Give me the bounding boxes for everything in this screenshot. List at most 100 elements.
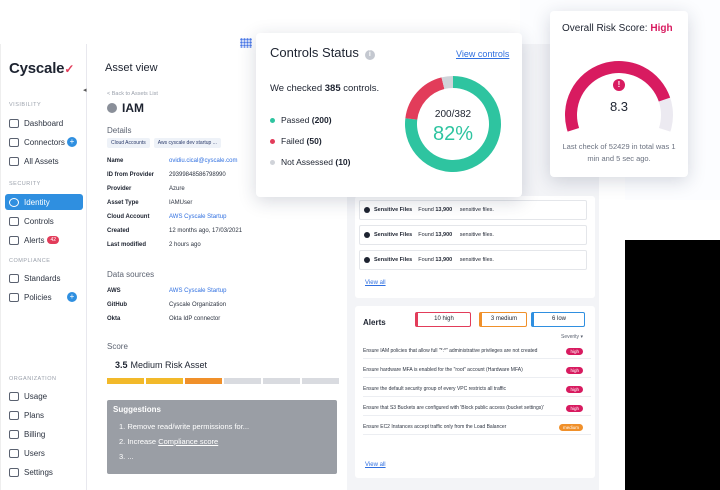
- sensitive-file-row[interactable]: Sensitive Files Found 13,900 sensitive fi…: [359, 225, 587, 245]
- view-controls-link[interactable]: View controls: [456, 49, 509, 59]
- detail-key: Provider: [107, 186, 132, 192]
- dashboard-icon: [9, 118, 19, 128]
- section-title: COMPLIANCE: [9, 258, 51, 264]
- detail-row: Last modified 2 hours ago: [107, 242, 201, 248]
- logo[interactable]: Cyscale✓: [9, 60, 74, 77]
- sidebar-item-billing[interactable]: Billing: [5, 426, 83, 442]
- sensitive-file-row[interactable]: Sensitive Files Found 13,900 sensitive fi…: [359, 200, 587, 220]
- sidebar-item-settings[interactable]: Settings: [5, 464, 83, 480]
- alert-text: Ensure hardware MFA is enabled for the "…: [363, 367, 523, 373]
- sidebar-item-identity[interactable]: Identity: [5, 194, 83, 210]
- standards-icon: [9, 273, 19, 283]
- identity-icon: [9, 197, 19, 207]
- detail-key: Cloud Account: [107, 214, 150, 220]
- controls-donut-chart: 200/382 82%: [405, 76, 501, 172]
- sensitive-file-row[interactable]: Sensitive Files Found 13,900 sensitive fi…: [359, 250, 587, 270]
- alert-row[interactable]: Ensure hardware MFA is enabled for the "…: [363, 363, 591, 378]
- compliance-score-link[interactable]: Compliance score: [158, 437, 218, 446]
- donut-ratio-label: 200/382: [435, 109, 472, 120]
- alert-text: Ensure EC2 Instances accept traffic only…: [363, 424, 507, 430]
- alerts-view-all-link[interactable]: View all: [365, 462, 386, 468]
- detail-value[interactable]: ovidiu.cical@cyscale.com: [169, 158, 237, 164]
- sidebar-item-dashboard[interactable]: Dashboard: [5, 115, 83, 131]
- back-link[interactable]: < Back to Assets List: [107, 91, 158, 97]
- detail-key: Last modified: [107, 242, 147, 248]
- user-icon: [107, 103, 117, 113]
- suggestion-item: 2. Increase Compliance score: [119, 437, 219, 446]
- sidebar-item-standards[interactable]: Standards: [5, 270, 83, 286]
- chip-cloud-accounts[interactable]: Cloud Accounts: [107, 138, 150, 148]
- overall-risk-card: Overall Risk Score: High ! 8.3 Last chec…: [550, 11, 688, 177]
- alert-row[interactable]: Ensure the default security group of eve…: [363, 382, 591, 397]
- detail-value: Azure: [169, 186, 185, 192]
- section-title: VISIBILITY: [9, 102, 42, 108]
- detail-key: Asset Type: [107, 200, 139, 206]
- severity-sort-header[interactable]: Severity ▾: [561, 334, 583, 340]
- suggestions-panel: Suggestions 1. Remove read/write permiss…: [107, 400, 337, 474]
- files-view-all-link[interactable]: View all: [365, 280, 386, 286]
- chip-aws-account[interactable]: Aws cyscale dev startup ...: [153, 138, 221, 148]
- data-source-key: AWS: [107, 288, 121, 294]
- sidebar-item-plans[interactable]: Plans: [5, 407, 83, 423]
- file-row-label: Sensitive Files: [374, 257, 413, 263]
- score-bar: [107, 378, 339, 384]
- alert-row[interactable]: Ensure EC2 Instances accept traffic only…: [363, 420, 591, 435]
- page-title: Asset view: [105, 62, 158, 74]
- risk-title: Overall Risk Score: High: [562, 23, 673, 34]
- connectors-icon: [9, 137, 19, 147]
- controls-icon: [9, 216, 19, 226]
- add-policy-button[interactable]: +: [67, 292, 77, 302]
- severity-filter-2[interactable]: 6 low: [531, 312, 585, 327]
- add-connector-button[interactable]: +: [67, 137, 77, 147]
- details-heading: Details: [107, 126, 132, 135]
- detail-value[interactable]: AWS Cyscale Startup: [169, 214, 226, 220]
- detail-value: IAMUser: [169, 200, 193, 206]
- legend-item: Not Assessed (10): [270, 157, 350, 167]
- alerts-count-badge: 42: [47, 236, 60, 244]
- severity-filter-0[interactable]: 10 high: [415, 312, 471, 327]
- alerts-title: Alerts: [363, 318, 386, 327]
- asset-header: IAM: [107, 101, 144, 115]
- donut-percent-label: 82%: [433, 123, 473, 145]
- sidebar-item-usage[interactable]: Usage: [5, 388, 83, 404]
- score-segment: [224, 378, 261, 384]
- sidebar-item-connectors[interactable]: Connectors +: [5, 134, 83, 150]
- sidebar-item-alerts[interactable]: Alerts 42: [5, 232, 83, 248]
- risk-gauge: [565, 61, 673, 132]
- last-check-text: Last check of 52429 in total was 1 min a…: [562, 142, 676, 163]
- data-source-value: Cyscale Organization: [169, 302, 227, 308]
- donut-slice-not-assessed: [441, 76, 454, 90]
- sensitive-files-panel: Sensitive Files Found 13,900 sensitive fi…: [355, 196, 595, 298]
- alert-icon: !: [613, 79, 625, 91]
- detail-row: Cloud Account AWS Cyscale Startup: [107, 214, 226, 220]
- plans-icon: [9, 410, 19, 420]
- detail-key: ID from Provider: [107, 172, 155, 178]
- data-source-key: Okta: [107, 316, 121, 322]
- data-source-row: GitHub Cyscale Organization: [107, 302, 226, 308]
- data-source-key: GitHub: [107, 302, 127, 308]
- legend-item: Failed (50): [270, 136, 322, 146]
- collapse-icon[interactable]: ◂: [83, 86, 87, 94]
- detail-row: Asset Type IAMUser: [107, 200, 192, 206]
- usage-icon: [9, 391, 19, 401]
- alert-row[interactable]: Ensure IAM policies that allow full "*:*…: [363, 344, 591, 359]
- detail-key: Created: [107, 228, 130, 234]
- sidebar-item-users[interactable]: Users: [5, 445, 83, 461]
- detail-key: Name: [107, 158, 124, 164]
- sidebar-item-controls[interactable]: Controls: [5, 213, 83, 229]
- alert-row[interactable]: Ensure that S3 Buckets are configured wi…: [363, 401, 591, 416]
- severity-filter-1[interactable]: 3 medium: [479, 312, 527, 327]
- file-row-text: Found 13,900 sensitive files.: [418, 232, 494, 238]
- sidebar-item-policies[interactable]: Policies +: [5, 289, 83, 305]
- suggestions-title: Suggestions: [113, 405, 162, 414]
- detail-value: 29399848586798990: [169, 172, 226, 178]
- controls-title: Controls Status i: [270, 45, 375, 60]
- data-source-value[interactable]: AWS Cyscale Startup: [169, 288, 226, 294]
- info-icon[interactable]: i: [364, 50, 375, 60]
- backdrop-shape: [625, 240, 720, 490]
- settings-icon: [9, 467, 19, 477]
- alerts-icon: [9, 235, 19, 245]
- sidebar-item-all-assets[interactable]: All Assets: [5, 153, 83, 169]
- section-title: ORGANIZATION: [9, 376, 57, 382]
- info-icon: [364, 207, 370, 213]
